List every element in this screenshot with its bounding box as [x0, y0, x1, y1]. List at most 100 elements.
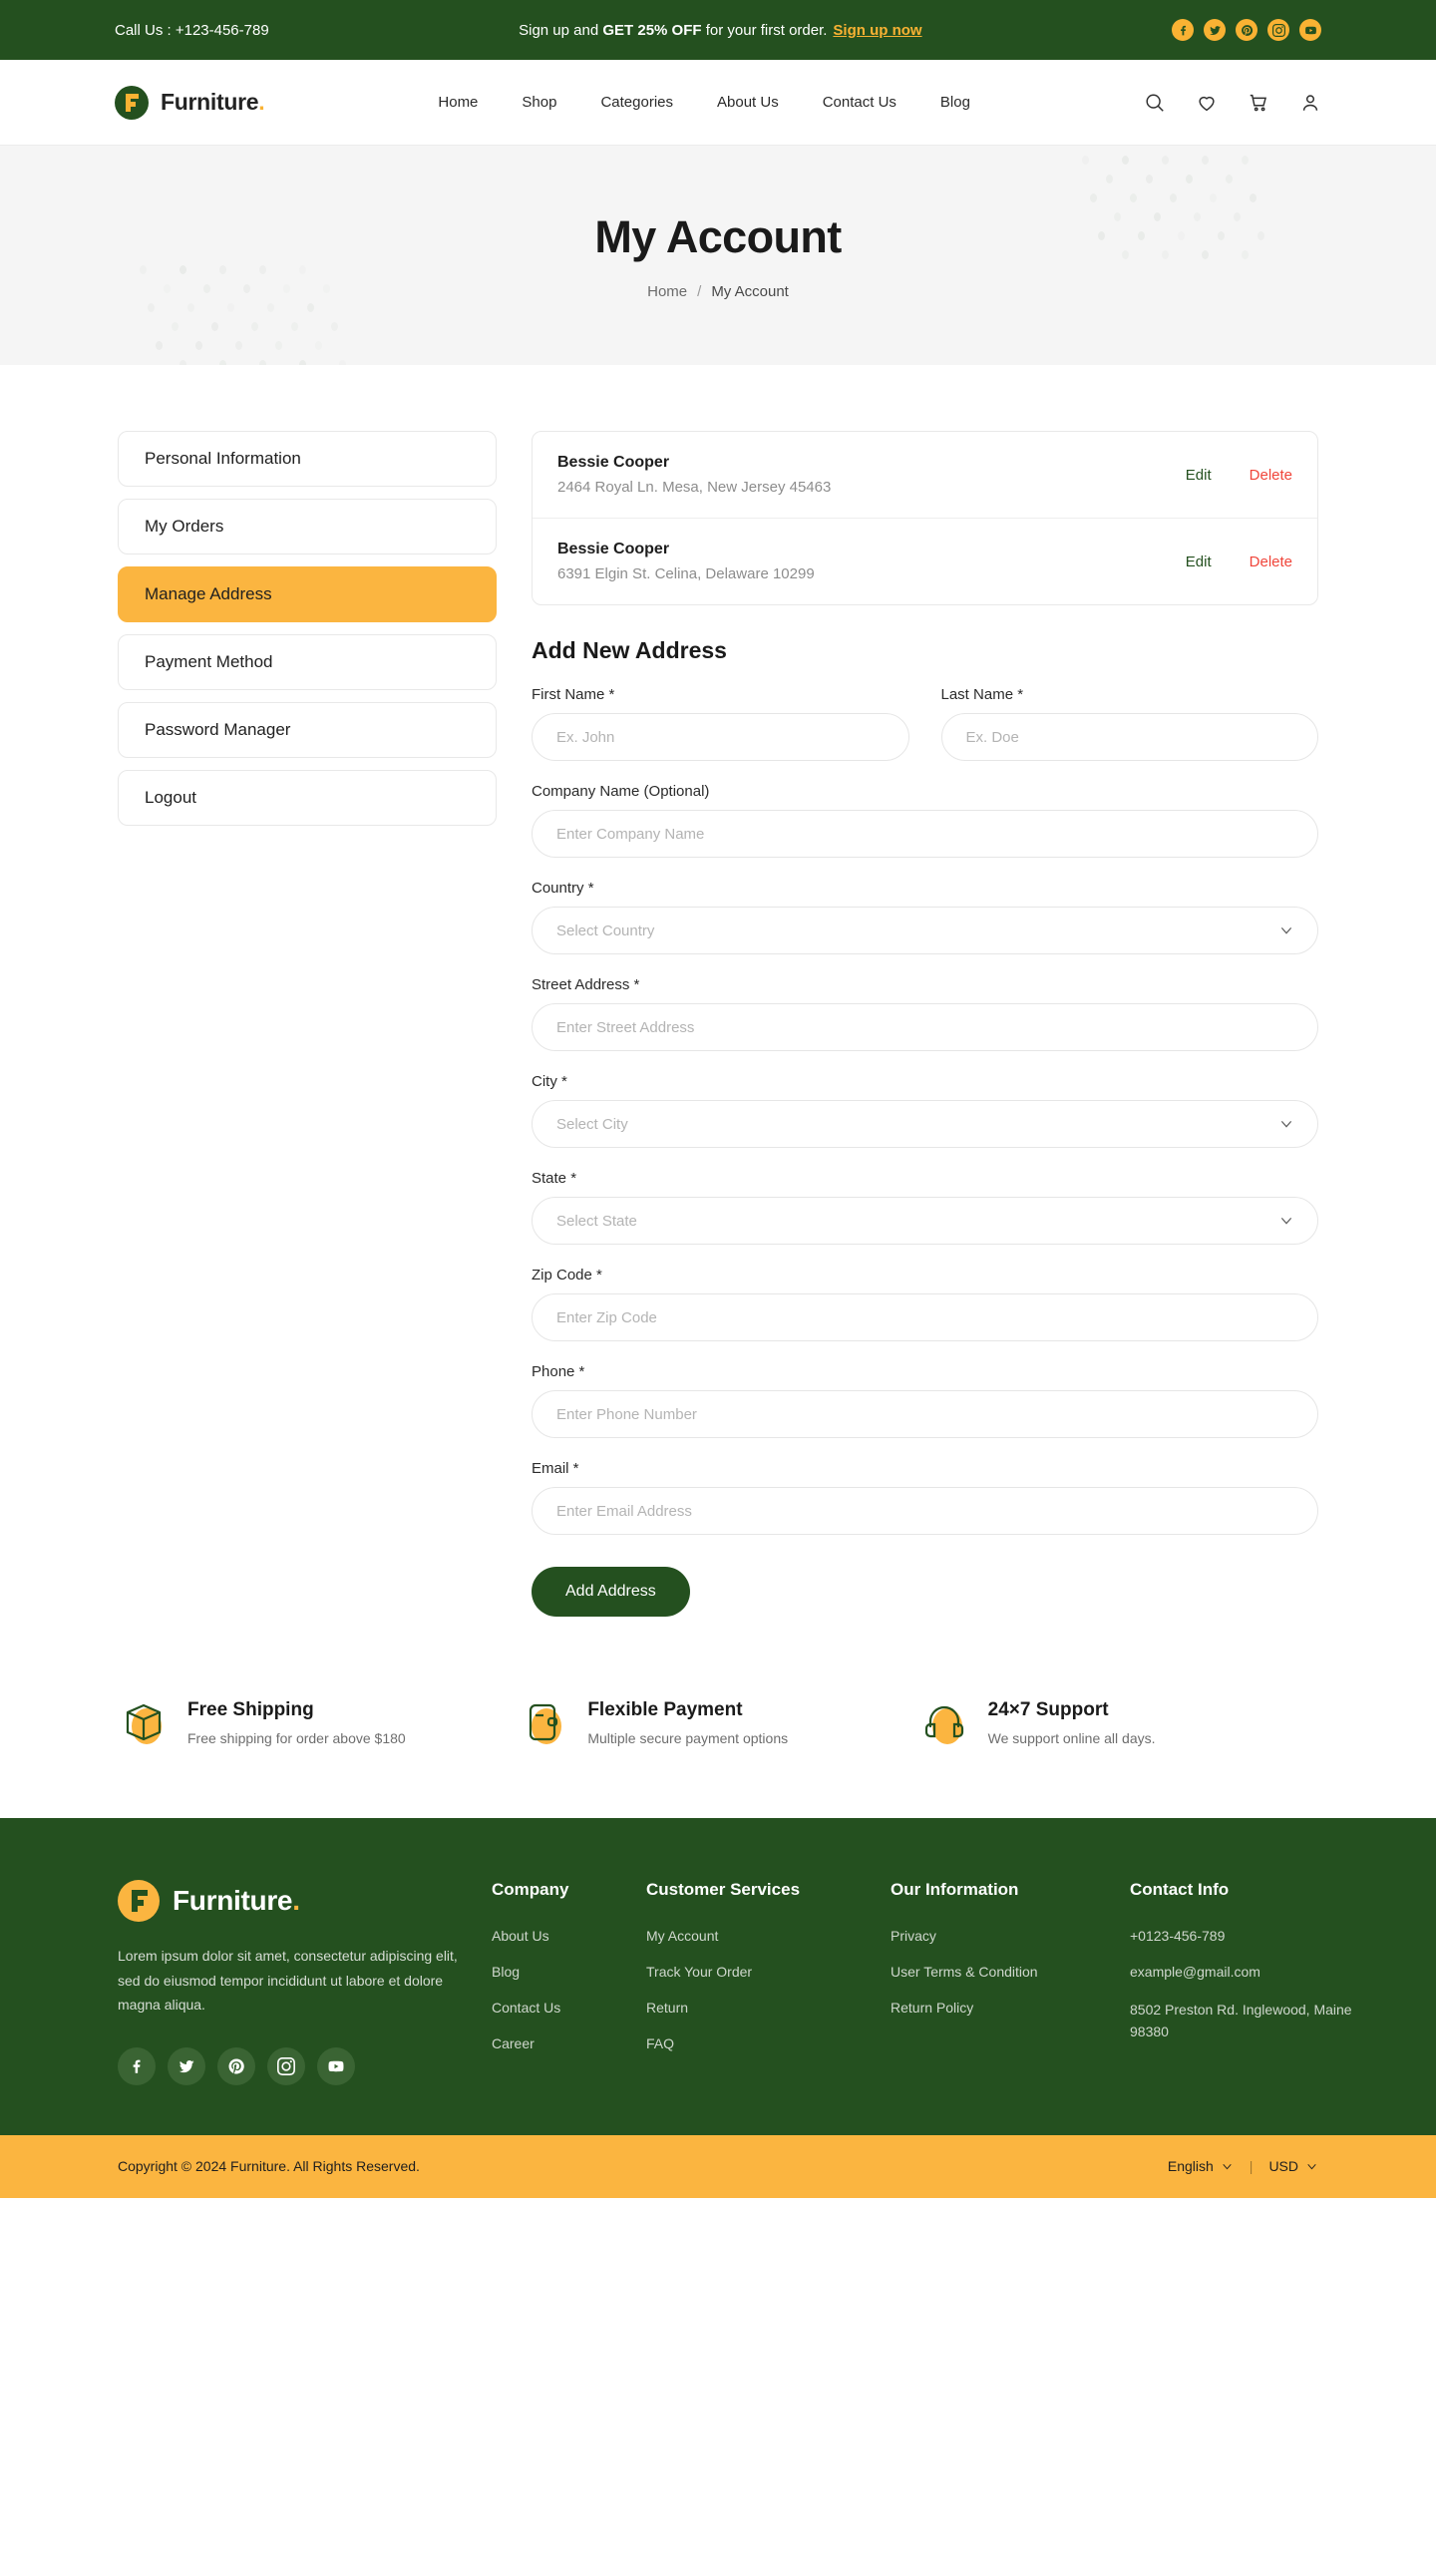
- account-user-icon[interactable]: [1299, 92, 1321, 114]
- delete-address-button[interactable]: Delete: [1250, 553, 1292, 570]
- sidebar-item-my-orders[interactable]: My Orders: [118, 499, 497, 554]
- sidebar-item-logout[interactable]: Logout: [118, 770, 497, 826]
- breadcrumb: Home / My Account: [647, 283, 789, 300]
- nav-item-about-us[interactable]: About Us: [717, 94, 779, 111]
- footer-link-my-account[interactable]: My Account: [646, 1928, 891, 1944]
- city-group: City * Select City: [532, 1073, 1318, 1148]
- street-address-input[interactable]: [532, 1003, 1318, 1051]
- address-actions: Edit Delete: [1186, 553, 1292, 570]
- nav-item-contact-us[interactable]: Contact Us: [823, 94, 897, 111]
- footer-link-contact-us[interactable]: Contact Us: [492, 2000, 646, 2016]
- youtube-icon[interactable]: [1299, 19, 1321, 41]
- first-name-input[interactable]: [532, 713, 909, 761]
- nav-item-categories[interactable]: Categories: [600, 94, 673, 111]
- sidebar-item-password-manager[interactable]: Password Manager: [118, 702, 497, 758]
- feature-title: Free Shipping: [187, 1699, 406, 1721]
- nav-item-shop[interactable]: Shop: [522, 94, 556, 111]
- edit-address-button[interactable]: Edit: [1186, 467, 1212, 484]
- last-name-input[interactable]: [941, 713, 1319, 761]
- add-address-button[interactable]: Add Address: [532, 1567, 690, 1617]
- account-sidebar: Personal Information My Orders Manage Ad…: [118, 431, 497, 838]
- footer-brand-dot: .: [292, 1885, 299, 1916]
- sidebar-item-personal-information[interactable]: Personal Information: [118, 431, 497, 487]
- name-row: First Name * Last Name *: [532, 686, 1318, 783]
- instagram-icon[interactable]: [267, 2047, 305, 2085]
- state-select-wrap: Select State: [532, 1197, 1318, 1245]
- brand-text: Furniture: [161, 89, 258, 115]
- breadcrumb-current: My Account: [711, 283, 789, 300]
- country-select-wrap: Select Country: [532, 907, 1318, 954]
- footer-link-faq[interactable]: FAQ: [646, 2035, 891, 2051]
- address-line: 6391 Elgin St. Celina, Delaware 10299: [557, 565, 1186, 582]
- footer-link-return[interactable]: Return: [646, 2000, 891, 2016]
- instagram-icon[interactable]: [1267, 19, 1289, 41]
- city-select-wrap: Select City: [532, 1100, 1318, 1148]
- country-group: Country * Select Country: [532, 880, 1318, 954]
- header-actions: [1144, 92, 1321, 114]
- zip-code-input[interactable]: [532, 1293, 1318, 1341]
- brand-name: Furniture.: [161, 89, 264, 116]
- logo[interactable]: Furniture.: [115, 86, 264, 120]
- footer-link-blog[interactable]: Blog: [492, 1964, 646, 1980]
- pinterest-icon[interactable]: [217, 2047, 255, 2085]
- city-select[interactable]: Select City: [532, 1100, 1318, 1148]
- footer-link-track-your-order[interactable]: Track Your Order: [646, 1964, 891, 1980]
- edit-address-button[interactable]: Edit: [1186, 553, 1212, 570]
- footer-link-user-terms[interactable]: User Terms & Condition: [891, 1964, 1130, 1980]
- decorative-dots-bottom-left: [140, 265, 339, 365]
- page-title: My Account: [594, 211, 841, 263]
- footer-column-company: Company About Us Blog Contact Us Career: [492, 1880, 646, 2085]
- sidebar-item-manage-address[interactable]: Manage Address: [118, 566, 497, 622]
- footer-link-privacy[interactable]: Privacy: [891, 1928, 1130, 1944]
- footer-link-career[interactable]: Career: [492, 2035, 646, 2051]
- youtube-icon[interactable]: [317, 2047, 355, 2085]
- features-strip: Free Shipping Free shipping for order ab…: [0, 1656, 1436, 1818]
- address-info: Bessie Cooper 6391 Elgin St. Celina, Del…: [557, 541, 1186, 582]
- country-label: Country *: [532, 880, 1318, 897]
- cart-icon[interactable]: [1248, 92, 1269, 114]
- footer-logo-mark-icon: [118, 1880, 160, 1922]
- footer-link-about-us[interactable]: About Us: [492, 1928, 646, 1944]
- feature-subtitle: We support online all days.: [988, 1730, 1156, 1746]
- company-name-input[interactable]: [532, 810, 1318, 858]
- footer-contact-phone[interactable]: +0123-456-789: [1130, 1928, 1369, 1944]
- footer-brand-column: Furniture. Lorem ipsum dolor sit amet, c…: [118, 1880, 492, 2085]
- first-name-group: First Name *: [532, 686, 909, 761]
- twitter-icon[interactable]: [1204, 19, 1226, 41]
- state-select[interactable]: Select State: [532, 1197, 1318, 1245]
- address-line: 2464 Royal Ln. Mesa, New Jersey 45463: [557, 479, 1186, 496]
- footer-column-heading: Our Information: [891, 1880, 1130, 1900]
- state-label: State *: [532, 1170, 1318, 1187]
- promo-suffix: for your first order.: [702, 22, 828, 39]
- currency-selector[interactable]: USD: [1268, 2158, 1318, 2174]
- footer-column-contact-info: Contact Info +0123-456-789 example@gmail…: [1130, 1880, 1369, 2085]
- account-content: Bessie Cooper 2464 Royal Ln. Mesa, New J…: [532, 431, 1318, 1617]
- feature-title: Flexible Payment: [587, 1699, 788, 1721]
- footer-link-return-policy[interactable]: Return Policy: [891, 2000, 1130, 2016]
- sign-up-now-link[interactable]: Sign up now: [833, 22, 921, 39]
- facebook-icon[interactable]: [1172, 19, 1194, 41]
- top-announcement-bar: Call Us : +123-456-789 Sign up and GET 2…: [0, 0, 1436, 60]
- nav-item-blog[interactable]: Blog: [940, 94, 970, 111]
- street-address-label: Street Address *: [532, 976, 1318, 993]
- phone-input[interactable]: [532, 1390, 1318, 1438]
- breadcrumb-home[interactable]: Home: [647, 283, 687, 300]
- email-input[interactable]: [532, 1487, 1318, 1535]
- language-selector[interactable]: English: [1168, 2158, 1234, 2174]
- footer-logo[interactable]: Furniture.: [118, 1880, 492, 1922]
- nav-item-home[interactable]: Home: [438, 94, 478, 111]
- country-select[interactable]: Select Country: [532, 907, 1318, 954]
- facebook-icon[interactable]: [118, 2047, 156, 2085]
- sidebar-item-payment-method[interactable]: Payment Method: [118, 634, 497, 690]
- footer-contact-email[interactable]: example@gmail.com: [1130, 1964, 1369, 1980]
- city-label: City *: [532, 1073, 1318, 1090]
- address-actions: Edit Delete: [1186, 467, 1292, 484]
- footer-brand-text: Furniture: [173, 1885, 292, 1916]
- delete-address-button[interactable]: Delete: [1250, 467, 1292, 484]
- wishlist-heart-icon[interactable]: [1196, 92, 1218, 114]
- pinterest-icon[interactable]: [1236, 19, 1257, 41]
- topbar-social-links: [1172, 19, 1321, 41]
- page-root: Call Us : +123-456-789 Sign up and GET 2…: [0, 0, 1436, 2198]
- search-icon[interactable]: [1144, 92, 1166, 114]
- twitter-icon[interactable]: [168, 2047, 205, 2085]
